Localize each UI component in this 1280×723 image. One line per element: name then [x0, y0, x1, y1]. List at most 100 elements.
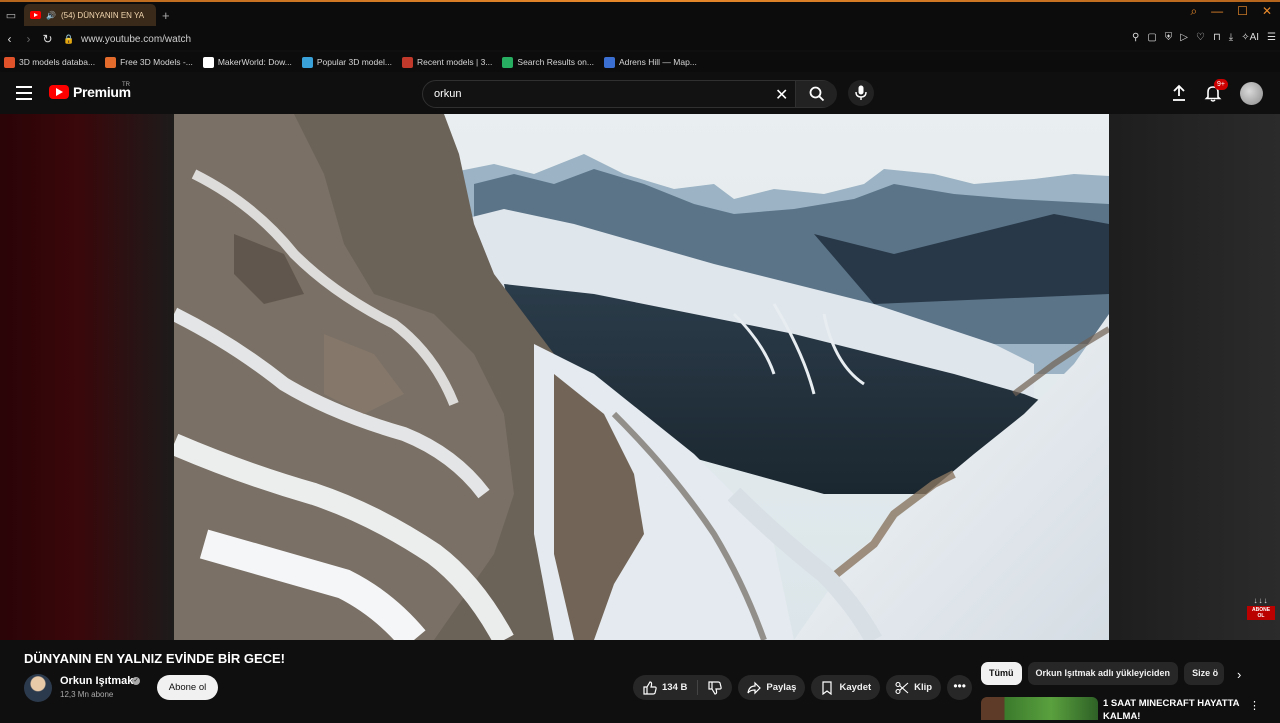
chip-all[interactable]: Tümü — [981, 662, 1022, 685]
speaker-icon[interactable]: 🔊 — [46, 11, 56, 20]
chevron-right-icon[interactable]: › — [1237, 667, 1241, 682]
subscribe-button[interactable]: Abone ol — [157, 675, 218, 700]
search-icon[interactable]: ⌕ — [1190, 4, 1197, 19]
bookmark-item[interactable]: MakerWorld: Dow... — [202, 56, 292, 68]
clip-label: Klip — [914, 682, 933, 693]
play-icon[interactable]: ▷ — [1180, 32, 1188, 43]
tab-title: (54) DÜNYANIN EN YA — [60, 10, 145, 20]
save-label: Kaydet — [839, 682, 872, 693]
bookmark-icon — [822, 680, 833, 695]
guide-menu-icon[interactable] — [16, 86, 32, 100]
clip-button[interactable]: Klip — [886, 675, 942, 700]
recommendation-menu-icon[interactable]: ⋮ — [1249, 699, 1260, 712]
bookmark-item[interactable]: Search Results on... — [502, 56, 594, 68]
window-controls: ⌕ — ☐ ✕ — [1190, 4, 1272, 19]
video-player[interactable] — [174, 114, 1109, 640]
bookmark-item[interactable]: Adrens Hill — Map... — [603, 56, 697, 68]
logo-region: TR — [122, 82, 130, 88]
share-button[interactable]: Paylaş — [738, 675, 806, 700]
pin-icon[interactable]: ⚲ — [1132, 32, 1139, 43]
menu-icon[interactable]: ☰ — [1267, 32, 1276, 43]
new-tab-button[interactable]: + — [162, 8, 170, 23]
video-frame-mountains — [174, 114, 1109, 640]
screenshot-icon[interactable]: ▢ — [1147, 32, 1156, 43]
search-icon — [809, 86, 825, 102]
recommendation-thumbnail[interactable] — [981, 697, 1098, 720]
bookmark-label: Adrens Hill — Map... — [618, 57, 697, 67]
like-dislike-group: 134 B — [633, 675, 733, 700]
bookmark-item[interactable]: Popular 3D model... — [301, 56, 392, 68]
video-title: DÜNYANIN EN YALNIZ EVİNDE BİR GECE! — [24, 651, 286, 666]
close-button[interactable]: ✕ — [1262, 4, 1272, 19]
browser-tab-active[interactable]: 🔊 (54) DÜNYANIN EN YA — [24, 4, 156, 26]
youtube-logo-icon — [49, 85, 69, 99]
minimize-button[interactable]: — — [1211, 4, 1223, 19]
url-field[interactable]: www.youtube.com/watch — [81, 34, 191, 45]
download-icon[interactable]: ⤓ — [1229, 32, 1233, 43]
bookmarks-bar: 3D models databa... Free 3D Models -... Ma… — [0, 52, 1280, 72]
chip-from-uploader[interactable]: Orkun Işıtmak adlı yükleyiciden — [1027, 662, 1179, 685]
search-button[interactable] — [795, 81, 837, 107]
bookmark-favicon-icon — [603, 56, 615, 68]
maximize-button[interactable]: ☐ — [1237, 4, 1248, 19]
tab-list-icon[interactable]: ▭ — [0, 4, 22, 26]
save-button[interactable]: Kaydet — [811, 675, 881, 700]
subscriber-count: 12,3 Mn abone — [60, 690, 114, 699]
thumbs-up-icon — [643, 680, 657, 695]
browser-toolbar-icons: ⚲ ▢ ⛨ ▷ ♡ ⊓ ⤓ ✧AI ☰ — [1132, 32, 1276, 43]
verified-badge-icon: ✓ — [132, 677, 140, 685]
back-icon[interactable]: ‹ — [0, 32, 19, 46]
account-avatar[interactable] — [1240, 82, 1263, 105]
dislike-button[interactable] — [698, 675, 732, 700]
subscribe-watermark[interactable]: ↓↓↓ ABONE OL — [1247, 597, 1275, 623]
lock-icon: 🔒 — [63, 33, 75, 44]
heart-icon[interactable]: ♡ — [1196, 32, 1205, 43]
bookmark-favicon-icon — [105, 56, 117, 68]
chip-for-you[interactable]: Size ö — [1184, 662, 1225, 685]
youtube-premium-logo[interactable]: Premium TR — [49, 82, 131, 100]
clear-search-icon[interactable]: ✕ — [775, 85, 788, 105]
voice-search-button[interactable] — [848, 80, 874, 106]
down-arrows-icon: ↓↓↓ — [1253, 596, 1269, 605]
channel-name[interactable]: Orkun Işıtmak — [60, 675, 133, 687]
watermark-label: ABONE OL — [1247, 606, 1275, 620]
player-container: ↓↓↓ ABONE OL — [0, 114, 1280, 640]
forward-icon[interactable]: › — [19, 32, 38, 46]
share-label: Paylaş — [766, 682, 797, 693]
bookmark-favicon-icon — [4, 56, 15, 68]
bookmark-label: Popular 3D model... — [316, 57, 392, 67]
address-bar: ‹ › ↻ 🔒 www.youtube.com/watch ⚲ ▢ ⛨ ▷ ♡ … — [0, 28, 1280, 50]
bookmark-favicon-icon — [401, 56, 413, 68]
ai-icon[interactable]: ✧AI — [1241, 32, 1259, 43]
bookmark-label: 3D models databa... — [19, 57, 96, 67]
recommendation-title[interactable]: 1 SAAT MINECRAFT HAYATTA KALMA! — [1103, 697, 1243, 723]
video-actions: 134 B Paylaş Kaydet Klip ••• — [633, 675, 973, 700]
bookmark-favicon-icon — [202, 56, 214, 68]
microphone-icon — [855, 85, 867, 100]
channel-avatar[interactable] — [24, 674, 52, 702]
more-actions-icon[interactable]: ••• — [947, 675, 973, 700]
youtube-header: Premium TR orkun ✕ 9+ — [0, 74, 1280, 114]
scissors-icon — [895, 681, 909, 694]
search-input[interactable]: orkun — [434, 88, 462, 100]
share-icon — [747, 681, 762, 694]
shield-icon[interactable]: ⛨ — [1165, 32, 1173, 43]
browser-tab-bar: ▭ 🔊 (54) DÜNYANIN EN YA + ⌕ — ☐ ✕ — [0, 2, 1280, 28]
bookmark-label: MakerWorld: Dow... — [217, 57, 292, 67]
related-filter-chips: Tümü Orkun Işıtmak adlı yükleyiciden Siz… — [981, 662, 1225, 685]
bookmark-favicon-icon — [301, 56, 313, 68]
search-box[interactable]: orkun ✕ — [422, 80, 837, 108]
like-count: 134 B — [662, 682, 688, 693]
bookmark-item[interactable]: Free 3D Models -... — [105, 56, 193, 68]
watch-metadata: DÜNYANIN EN YALNIZ EVİNDE BİR GECE! Orku… — [0, 640, 1280, 723]
wallet-icon[interactable]: ⊓ — [1213, 32, 1221, 43]
reload-icon[interactable]: ↻ — [38, 32, 57, 46]
bookmark-label: Free 3D Models -... — [120, 57, 193, 67]
bookmark-item[interactable]: Recent models | 3... — [401, 56, 492, 68]
bookmark-label: Search Results on... — [517, 57, 594, 67]
like-button[interactable]: 134 B — [633, 675, 697, 700]
upload-icon[interactable] — [1171, 84, 1187, 102]
youtube-favicon-icon — [30, 11, 41, 19]
bookmark-item[interactable]: 3D models databa... — [4, 56, 96, 68]
bookmark-favicon-icon — [502, 56, 514, 68]
